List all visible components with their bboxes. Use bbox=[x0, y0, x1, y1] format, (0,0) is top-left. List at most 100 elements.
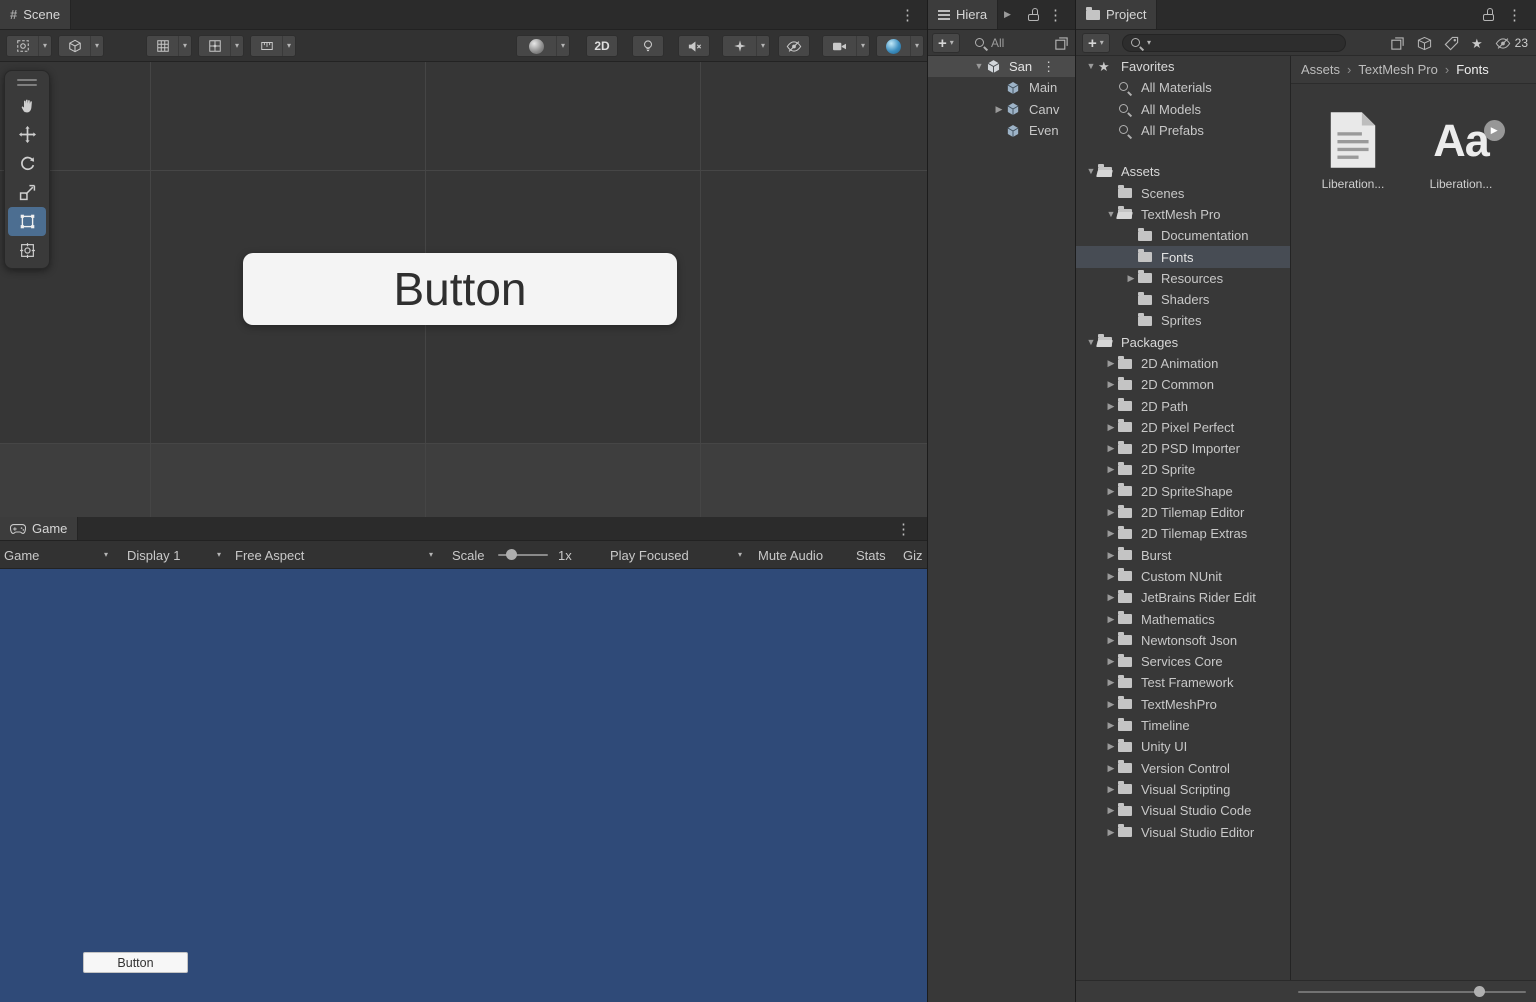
rotate-tool-button[interactable] bbox=[8, 149, 46, 178]
tree-item-package[interactable]: ▶Visual Studio Editor bbox=[1076, 821, 1290, 842]
chevron-right-icon[interactable]: ▶ bbox=[1104, 359, 1118, 368]
tree-item-package[interactable]: ▶Version Control bbox=[1076, 758, 1290, 779]
chevron-right-icon[interactable]: ▶ bbox=[1104, 636, 1118, 645]
project-search-input[interactable]: ▾ bbox=[1122, 34, 1346, 52]
tree-item-all-models[interactable]: All Models bbox=[1076, 99, 1290, 120]
tree-item-package[interactable]: ▶2D PSD Importer bbox=[1076, 438, 1290, 459]
open-new-window-icon[interactable] bbox=[1390, 36, 1405, 51]
rect-tool-button[interactable] bbox=[8, 207, 46, 236]
chevron-right-icon[interactable]: ▶ bbox=[1104, 551, 1118, 560]
label-tag-icon[interactable] bbox=[1444, 36, 1459, 51]
tree-item-package[interactable]: ▶2D Sprite bbox=[1076, 459, 1290, 480]
tree-item-package[interactable]: ▶TextMeshPro bbox=[1076, 694, 1290, 715]
chevron-right-icon[interactable]: ▶ bbox=[1104, 700, 1118, 709]
tree-item-fonts[interactable]: Fonts bbox=[1076, 246, 1290, 267]
package-icon[interactable] bbox=[1417, 36, 1432, 51]
tab-project[interactable]: Project bbox=[1076, 0, 1157, 29]
breadcrumb-textmesh-pro[interactable]: TextMesh Pro bbox=[1358, 62, 1437, 77]
game-menu-icon[interactable]: ⋮ bbox=[896, 520, 911, 538]
gizmos-dropdown[interactable]: ▾ bbox=[876, 35, 924, 57]
tree-item-package[interactable]: ▶Timeline bbox=[1076, 715, 1290, 736]
hierarchy-menu-icon[interactable]: ⋮ bbox=[1048, 6, 1063, 24]
display-target-dropdown[interactable]: Game ▾ bbox=[4, 541, 108, 569]
create-dropdown[interactable]: + ▾ bbox=[932, 33, 960, 53]
transform-tool-button[interactable] bbox=[8, 236, 46, 265]
tree-item-packages[interactable]: ▼ Packages bbox=[1076, 332, 1290, 353]
chevron-right-icon[interactable]: ▶ bbox=[1104, 806, 1118, 815]
tree-item-package[interactable]: ▶Visual Scripting bbox=[1076, 779, 1290, 800]
asset-item-license[interactable]: Liberation... bbox=[1307, 108, 1399, 191]
chevron-right-icon[interactable]: ▶ bbox=[1104, 785, 1118, 794]
chevron-right-icon[interactable]: ▶ bbox=[1104, 572, 1118, 581]
chevron-right-icon[interactable]: ▶ bbox=[1104, 508, 1118, 517]
tree-item-package[interactable]: ▶Custom NUnit bbox=[1076, 566, 1290, 587]
chevron-right-icon[interactable]: ▶ bbox=[1104, 764, 1118, 773]
tree-item-package[interactable]: ▶2D Tilemap Extras bbox=[1076, 523, 1290, 544]
lock-icon[interactable] bbox=[1483, 8, 1496, 22]
tree-item-package[interactable]: ▶2D Tilemap Editor bbox=[1076, 502, 1290, 523]
mute-audio-button[interactable]: Mute Audio bbox=[758, 541, 823, 569]
chevron-down-icon[interactable]: ▼ bbox=[1084, 62, 1098, 71]
tree-item-package[interactable]: ▶2D Pixel Perfect bbox=[1076, 417, 1290, 438]
open-new-window-icon[interactable] bbox=[1054, 36, 1069, 51]
chevron-right-icon[interactable]: ▶ bbox=[1124, 274, 1138, 283]
snap-increment-dropdown[interactable]: ▾ bbox=[250, 35, 296, 57]
favorites-star-icon[interactable]: ★ bbox=[1471, 37, 1483, 50]
draw-mode-dropdown[interactable]: ▾ bbox=[516, 35, 570, 57]
scene-audio-button[interactable] bbox=[678, 35, 710, 57]
tree-item-package[interactable]: ▶JetBrains Rider Edit bbox=[1076, 587, 1290, 608]
tree-item-package[interactable]: ▶Unity UI bbox=[1076, 736, 1290, 757]
chevron-right-icon[interactable]: ▶ bbox=[1104, 678, 1118, 687]
breadcrumb-fonts[interactable]: Fonts bbox=[1456, 62, 1489, 77]
chevron-right-icon[interactable]: ▶ bbox=[1104, 615, 1118, 624]
chevron-right-icon[interactable]: ▶ bbox=[1104, 593, 1118, 602]
tree-item-documentation[interactable]: Documentation bbox=[1076, 225, 1290, 246]
stats-button[interactable]: Stats bbox=[856, 541, 886, 569]
tree-item-all-materials[interactable]: All Materials bbox=[1076, 77, 1290, 98]
tree-item-all-prefabs[interactable]: All Prefabs bbox=[1076, 120, 1290, 141]
tab-scroll-icon[interactable]: ▶ bbox=[1004, 10, 1011, 19]
chevron-right-icon[interactable]: ▶ bbox=[992, 105, 1006, 114]
tree-item-package[interactable]: ▶Burst bbox=[1076, 545, 1290, 566]
hand-tool-button[interactable] bbox=[8, 91, 46, 120]
zoom-slider-knob[interactable] bbox=[1474, 986, 1485, 997]
create-asset-dropdown[interactable]: + ▾ bbox=[1082, 33, 1110, 53]
game-ui-button[interactable]: Button bbox=[83, 952, 188, 973]
2d-mode-button[interactable]: 2D bbox=[586, 35, 618, 57]
scene-viewport[interactable]: Button bbox=[0, 62, 927, 517]
lock-icon[interactable] bbox=[1028, 8, 1041, 22]
tree-item-package[interactable]: ▶Services Core bbox=[1076, 651, 1290, 672]
hierarchy-item-eventsystem[interactable]: Even bbox=[928, 120, 1075, 141]
handle-orientation-dropdown[interactable]: ▾ bbox=[58, 35, 104, 57]
project-menu-icon[interactable]: ⋮ bbox=[1507, 6, 1522, 24]
hierarchy-item-main-camera[interactable]: Main bbox=[928, 77, 1075, 98]
effects-dropdown[interactable]: ▾ bbox=[722, 35, 770, 57]
tree-item-package[interactable]: ▶2D Path bbox=[1076, 395, 1290, 416]
grid-snap-dropdown[interactable]: ▾ bbox=[198, 35, 244, 57]
palette-drag-handle[interactable] bbox=[8, 76, 46, 89]
scene-visibility-button[interactable] bbox=[778, 35, 810, 57]
chevron-down-icon[interactable]: ▼ bbox=[972, 62, 986, 71]
chevron-right-icon[interactable]: ▶ bbox=[1104, 828, 1118, 837]
scene-menu-icon[interactable]: ⋮ bbox=[900, 6, 915, 24]
scene-lighting-button[interactable] bbox=[632, 35, 664, 57]
tool-settings-dropdown[interactable]: ▾ bbox=[6, 35, 52, 57]
tree-item-package[interactable]: ▶2D SpriteShape bbox=[1076, 481, 1290, 502]
tree-item-scenes[interactable]: Scenes bbox=[1076, 182, 1290, 203]
camera-settings-dropdown[interactable]: ▾ bbox=[822, 35, 870, 57]
scene-options-icon[interactable]: ⋮ bbox=[1042, 59, 1055, 75]
tree-item-sprites[interactable]: Sprites bbox=[1076, 310, 1290, 331]
display-dropdown[interactable]: Display 1 ▾ bbox=[127, 541, 221, 569]
chevron-right-icon[interactable]: ▶ bbox=[1104, 402, 1118, 411]
tree-item-assets[interactable]: ▼ Assets bbox=[1076, 161, 1290, 182]
tab-game[interactable]: Game bbox=[0, 517, 78, 540]
chevron-right-icon[interactable]: ▶ bbox=[1104, 465, 1118, 474]
scene-ui-button[interactable]: Button bbox=[243, 253, 677, 325]
tab-hierarchy[interactable]: Hiera bbox=[928, 0, 998, 29]
hierarchy-search[interactable]: All bbox=[974, 34, 1004, 52]
chevron-right-icon[interactable]: ▶ bbox=[1104, 742, 1118, 751]
tab-scene[interactable]: # Scene bbox=[0, 0, 71, 29]
tree-item-package[interactable]: ▶Mathematics bbox=[1076, 608, 1290, 629]
tree-item-package[interactable]: ▶Newtonsoft Json bbox=[1076, 630, 1290, 651]
scale-tool-button[interactable] bbox=[8, 178, 46, 207]
